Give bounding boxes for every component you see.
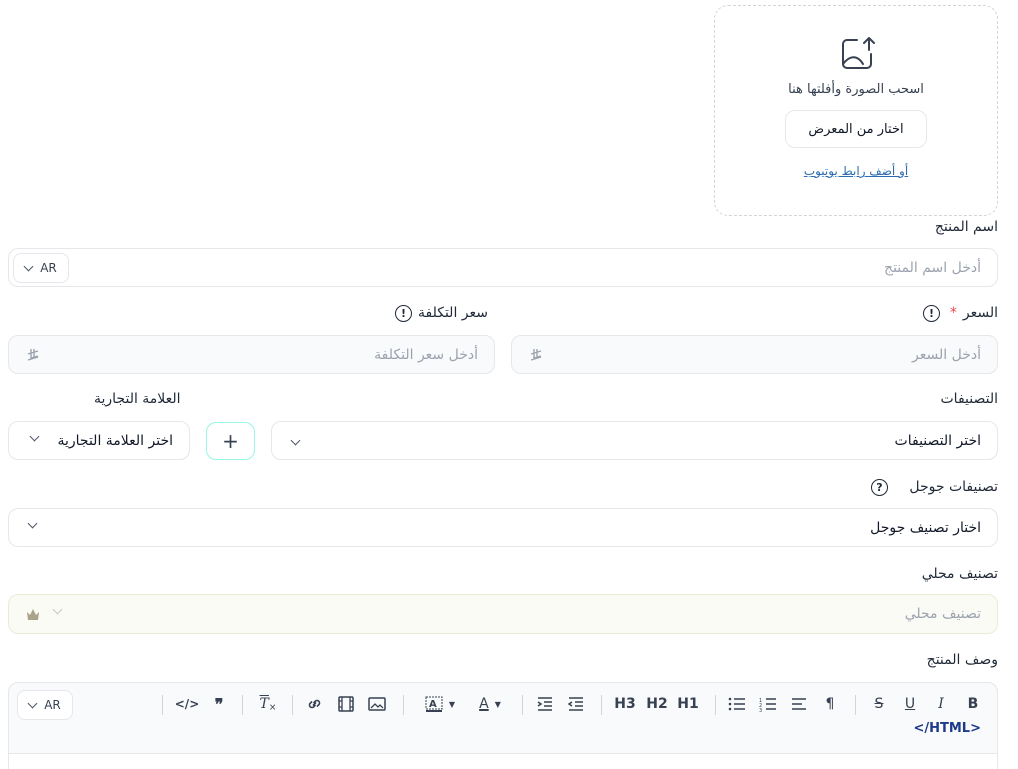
align-icon[interactable] xyxy=(790,693,808,715)
toolbar-divider xyxy=(162,695,163,715)
price-placeholder: أدخل السعر xyxy=(912,346,981,363)
ordered-list-icon[interactable]: 123 xyxy=(759,693,777,715)
clear-format-icon: T xyxy=(259,696,269,712)
html-mode-toggle[interactable]: </HTML> xyxy=(913,721,981,736)
categories-select[interactable]: اختر التصنيفات xyxy=(271,421,998,460)
chevron-down-icon xyxy=(27,518,38,529)
heading-3-button[interactable]: H3 xyxy=(614,693,636,715)
paragraph-direction-button[interactable]: ¶ xyxy=(819,693,841,715)
language-code: AR xyxy=(44,698,61,712)
toolbar-divider xyxy=(242,695,243,715)
toolbar-divider xyxy=(855,695,856,715)
description-editor[interactable]: AR B I U S ¶ 123 H1 H2 H3 A ▼ A ▼ T × ❞ <… xyxy=(8,682,998,769)
brand-select[interactable]: اختر العلامة التجارية xyxy=(8,421,190,460)
heading-2-button[interactable]: H2 xyxy=(646,693,668,715)
heading-1-button[interactable]: H1 xyxy=(677,693,699,715)
chevron-down-icon xyxy=(27,698,38,708)
cost-price-info-icon[interactable]: ! xyxy=(395,305,412,322)
riyal-currency-icon xyxy=(530,336,542,373)
chevron-down-icon xyxy=(29,431,40,442)
cost-price-input[interactable]: أدخل سعر التكلفة xyxy=(8,335,495,374)
caret-down-icon: ▼ xyxy=(448,699,456,709)
code-button[interactable]: </> xyxy=(175,693,200,715)
riyal-currency-icon xyxy=(27,336,39,373)
local-category-label: تصنيف محلي xyxy=(921,566,998,582)
toolbar-divider xyxy=(522,695,523,715)
choose-from-gallery-button[interactable]: اختار من المعرض xyxy=(785,110,927,148)
categories-label: التصنيفات xyxy=(940,391,999,407)
video-icon[interactable] xyxy=(338,693,354,715)
google-categories-label: تصنيفات جوجل xyxy=(909,479,998,495)
highlight-color-button[interactable]: A ▼ xyxy=(417,693,463,715)
image-icon[interactable] xyxy=(368,693,386,715)
add-category-button[interactable]: + xyxy=(206,422,255,460)
chevron-down-icon xyxy=(23,261,34,271)
description-label: وصف المنتج xyxy=(926,652,998,668)
svg-text:3: 3 xyxy=(759,708,762,714)
toolbar-divider xyxy=(292,695,293,715)
description-content-area[interactable] xyxy=(9,753,997,769)
toolbar-divider xyxy=(715,695,716,715)
brand-label: العلامة التجارية xyxy=(94,391,181,407)
image-upload-dropzone[interactable]: اسحب الصورة وأفلتها هنا اختار من المعرض … xyxy=(714,5,998,216)
quote-icon: ❞ xyxy=(214,694,224,714)
quote-button[interactable]: ❞ xyxy=(208,693,230,715)
bold-button[interactable]: B xyxy=(963,693,983,715)
image-upload-icon xyxy=(842,37,875,69)
italic-button[interactable]: I xyxy=(931,693,951,715)
caret-down-icon: ▼ xyxy=(494,699,501,709)
svg-text:A: A xyxy=(429,699,437,710)
brand-value: اختر العلامة التجارية xyxy=(57,432,173,449)
google-category-select[interactable]: اختار تصنيف جوجل xyxy=(8,508,998,547)
crown-icon xyxy=(27,609,39,620)
product-name-language-select[interactable]: AR xyxy=(13,253,69,283)
product-name-input[interactable]: أدخل اسم المنتج AR xyxy=(8,248,998,287)
chevron-down-icon xyxy=(52,604,63,615)
google-category-value: اختار تصنيف جوجل xyxy=(870,519,981,536)
toolbar-divider xyxy=(403,695,404,715)
local-category-placeholder: تصنيف محلي xyxy=(904,606,981,622)
underline-button[interactable]: U xyxy=(900,693,920,715)
price-info-icon[interactable]: ! xyxy=(923,305,940,322)
price-label-group: السعر * xyxy=(950,305,998,321)
add-youtube-link[interactable]: أو أضف رابط يوتيوب xyxy=(715,164,997,178)
language-code: AR xyxy=(40,261,57,275)
categories-value: اختر التصنيفات xyxy=(894,432,981,449)
product-name-placeholder: أدخل اسم المنتج xyxy=(884,259,981,276)
toolbar-divider xyxy=(601,695,602,715)
text-color-icon: A xyxy=(479,696,489,712)
cost-price-placeholder: أدخل سعر التكلفة xyxy=(374,346,478,363)
clear-format-x-icon: × xyxy=(268,703,277,713)
drag-drop-text: اسحب الصورة وأفلتها هنا xyxy=(788,82,924,97)
local-category-select[interactable]: تصنيف محلي xyxy=(8,594,998,634)
indent-icon[interactable] xyxy=(536,693,554,715)
outdent-icon[interactable] xyxy=(567,693,585,715)
cost-price-label: سعر التكلفة xyxy=(418,305,488,321)
strikethrough-button[interactable]: S xyxy=(869,693,889,715)
bullet-list-icon[interactable] xyxy=(728,693,746,715)
product-name-label: اسم المنتج xyxy=(934,219,998,235)
price-label: السعر xyxy=(962,305,998,321)
description-language-select[interactable]: AR xyxy=(17,690,73,720)
help-icon[interactable]: ? xyxy=(871,479,888,496)
text-color-button[interactable]: A ▼ xyxy=(470,693,510,715)
chevron-down-icon xyxy=(290,435,301,446)
highlight-icon: A xyxy=(425,696,443,712)
link-icon[interactable] xyxy=(306,693,323,715)
required-mark: * xyxy=(949,305,957,321)
price-input[interactable]: أدخل السعر xyxy=(511,335,998,374)
clear-format-button[interactable]: T × xyxy=(257,693,279,715)
